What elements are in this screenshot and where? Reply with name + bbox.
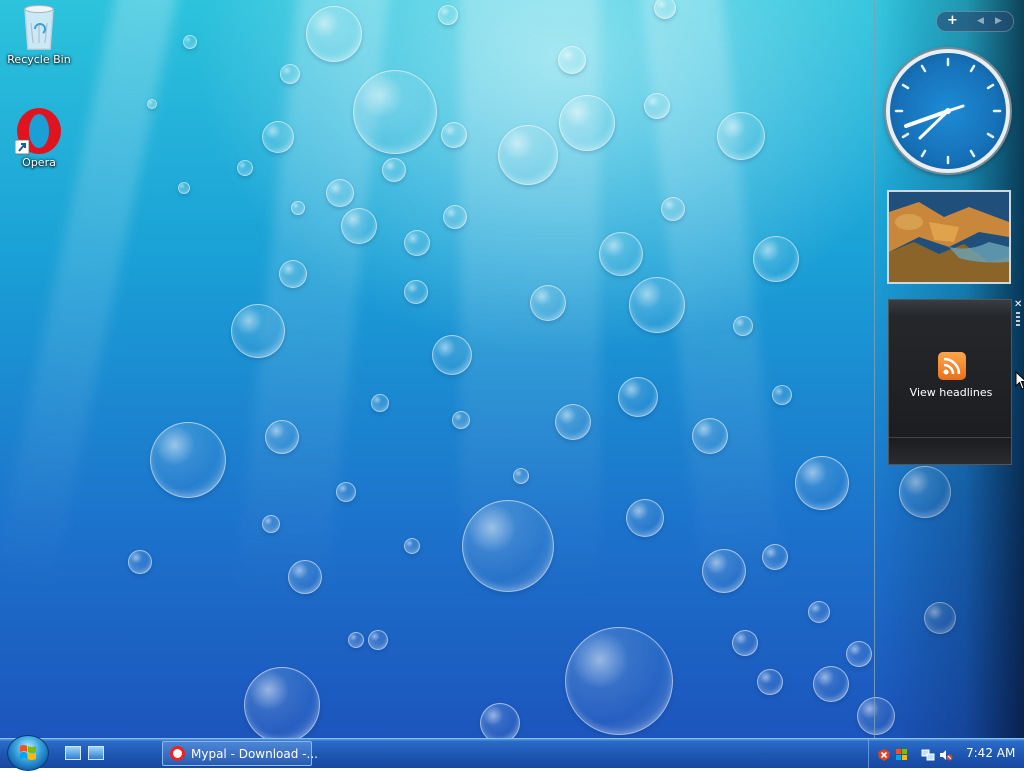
bubble — [813, 666, 849, 702]
previous-gadget-page-button[interactable]: ◀ — [977, 16, 984, 26]
bubble — [772, 385, 792, 405]
bubble — [341, 208, 377, 244]
bubble — [555, 404, 591, 440]
bubble — [348, 632, 364, 648]
desktop-icon-recycle-bin[interactable]: Recycle Bin — [1, 3, 77, 66]
windows-update-icon[interactable] — [895, 747, 908, 760]
bubble — [717, 112, 765, 160]
bubble — [404, 538, 420, 554]
bubble — [178, 182, 190, 194]
bubble — [513, 468, 529, 484]
bubble — [599, 232, 643, 276]
bubble — [661, 197, 685, 221]
switch-windows-icon[interactable] — [88, 746, 104, 760]
bubble — [231, 304, 285, 358]
bubble — [262, 121, 294, 153]
bubble — [559, 95, 615, 151]
bubble — [795, 456, 849, 510]
bubble — [644, 93, 670, 119]
taskbar-button-label: Mypal - Download -... — [191, 747, 318, 761]
bubble — [336, 482, 356, 502]
security-alert-icon[interactable] — [877, 747, 890, 761]
bubble — [183, 35, 197, 49]
desktop-icon-label: Opera — [22, 156, 56, 169]
bubble — [368, 630, 388, 650]
bubble — [626, 499, 664, 537]
bubble — [498, 125, 558, 185]
gadget-close-button[interactable]: ✕ — [1014, 299, 1022, 310]
windows-logo-icon — [20, 745, 36, 760]
bubble — [462, 500, 554, 592]
bubble — [757, 669, 783, 695]
volume-muted-icon[interactable] — [939, 747, 953, 761]
bubble — [279, 260, 307, 288]
windows-sidebar: + ◀ ▶ ✕ View headlines — [874, 0, 1024, 738]
bubble — [382, 158, 406, 182]
bubble — [441, 122, 467, 148]
network-icon[interactable] — [921, 747, 935, 761]
bubble — [280, 64, 300, 84]
bubble — [244, 667, 320, 738]
bubble — [629, 277, 685, 333]
next-gadget-page-button[interactable]: ▶ — [995, 16, 1002, 26]
bubble — [306, 6, 362, 62]
desktop-icon-label: Recycle Bin — [7, 53, 71, 66]
bubble — [128, 550, 152, 574]
view-headlines-link[interactable]: View headlines — [889, 386, 1013, 399]
mouse-cursor — [1015, 371, 1024, 390]
bubble — [371, 394, 389, 412]
bubble — [237, 160, 253, 176]
add-gadget-button[interactable]: + — [947, 13, 958, 28]
bubble — [291, 201, 305, 215]
bubble — [808, 601, 830, 623]
bubble — [558, 46, 586, 74]
rss-icon — [938, 352, 966, 380]
bubble — [265, 420, 299, 454]
bubble — [147, 99, 157, 109]
sidebar-controls: + ◀ ▶ — [936, 11, 1014, 32]
bubble — [432, 335, 472, 375]
bubble — [565, 627, 673, 735]
opera-icon — [14, 106, 63, 156]
start-button[interactable] — [7, 735, 49, 771]
bubble — [618, 377, 658, 417]
bubble — [443, 205, 467, 229]
feed-headlines-gadget[interactable]: View headlines — [888, 299, 1012, 465]
bubble — [326, 179, 354, 207]
bubble — [404, 230, 430, 256]
taskbar-button-mypal[interactable]: Mypal - Download -... — [162, 741, 318, 766]
bubble — [404, 280, 428, 304]
light-ray — [0, 0, 180, 593]
bubble — [702, 549, 746, 593]
clock-gadget[interactable] — [886, 49, 1010, 173]
slideshow-gadget[interactable] — [887, 190, 1011, 284]
bubble — [480, 703, 520, 738]
gadget-divider — [889, 437, 1011, 438]
bubble — [150, 422, 226, 498]
taskbar: Mypal - Download -... 7:42 AM — [0, 735, 1024, 771]
bubble — [262, 515, 280, 533]
bubble — [753, 236, 799, 282]
gadget-drag-handle[interactable] — [1016, 312, 1020, 326]
taskbar-clock[interactable]: 7:42 AM — [966, 746, 1015, 760]
recycle-bin-icon — [15, 3, 63, 53]
bubble — [288, 560, 322, 594]
bubble — [530, 285, 566, 321]
desktop: Recycle Bin Opera — [0, 0, 1024, 738]
desktop-icon-opera[interactable]: Opera — [1, 106, 77, 169]
bubble — [732, 630, 758, 656]
mypal-icon — [170, 746, 185, 761]
bubble — [846, 641, 872, 667]
bubble — [452, 411, 470, 429]
show-desktop-icon[interactable] — [65, 746, 81, 760]
bubble — [353, 70, 437, 154]
bubble — [692, 418, 728, 454]
bubble — [733, 316, 753, 336]
bubble — [438, 5, 458, 25]
bubble — [762, 544, 788, 570]
